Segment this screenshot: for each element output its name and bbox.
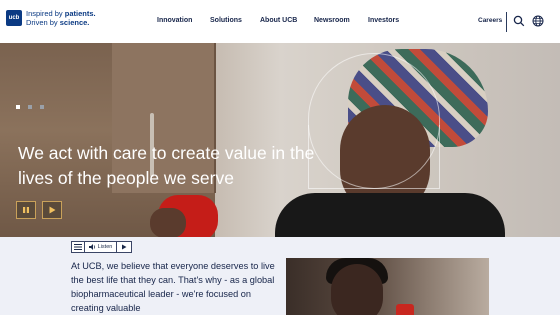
hero-photo-clothing <box>275 193 505 237</box>
ucb-logo-mark: ucb <box>6 10 22 26</box>
nav-solutions[interactable]: Solutions <box>210 17 242 24</box>
nav-investors[interactable]: Investors <box>368 17 399 24</box>
globe-icon[interactable] <box>532 15 544 27</box>
speaker-icon <box>88 244 95 250</box>
slide-dot-2[interactable] <box>28 105 32 109</box>
tagline-prefix-2: Driven by <box>26 18 60 27</box>
play-icon <box>122 244 127 250</box>
logo-tagline: Inspired by patients. Driven by science. <box>26 9 96 27</box>
hero-banner: We act with care to create value in the … <box>0 43 560 237</box>
play-icon <box>49 206 56 214</box>
listen-menu-button[interactable] <box>72 242 85 252</box>
hero-title: We act with care to create value in the … <box>18 143 315 188</box>
careers-link[interactable]: Careers <box>478 17 502 24</box>
pause-button[interactable] <box>16 201 36 219</box>
search-icon[interactable] <box>513 15 525 27</box>
intro-photo-cup <box>396 304 414 315</box>
slide-dot-3[interactable] <box>40 105 44 109</box>
tagline-prefix-1: Inspired by <box>26 9 65 18</box>
intro-photo-person <box>331 264 383 315</box>
intro-text: At UCB, we believe that everyone deserve… <box>71 261 275 313</box>
pause-icon <box>23 207 29 213</box>
listen-play-button[interactable] <box>117 242 131 252</box>
menu-icon <box>74 244 82 250</box>
listen-button[interactable]: Listen <box>85 242 117 252</box>
listen-label: Listen <box>97 244 113 250</box>
nav-about-ucb[interactable]: About UCB <box>260 17 297 24</box>
tagline-emph-1: patients. <box>64 9 96 18</box>
slide-indicators <box>16 105 44 109</box>
tagline-emph-2: science. <box>59 18 90 27</box>
slide-dot-1[interactable] <box>16 105 20 109</box>
intro-photo <box>286 258 489 315</box>
site-header: ucb Inspired by patients. Driven by scie… <box>0 0 560 43</box>
header-divider <box>506 12 507 32</box>
play-button[interactable] <box>42 201 62 219</box>
nav-innovation[interactable]: Innovation <box>157 17 192 24</box>
hero-photo-hand <box>150 208 186 237</box>
ucb-logo[interactable]: ucb Inspired by patients. Driven by scie… <box>6 9 96 27</box>
nav-newsroom[interactable]: Newsroom <box>314 17 350 24</box>
listen-player: Listen <box>71 241 132 253</box>
logo-abbr: ucb <box>8 15 20 21</box>
